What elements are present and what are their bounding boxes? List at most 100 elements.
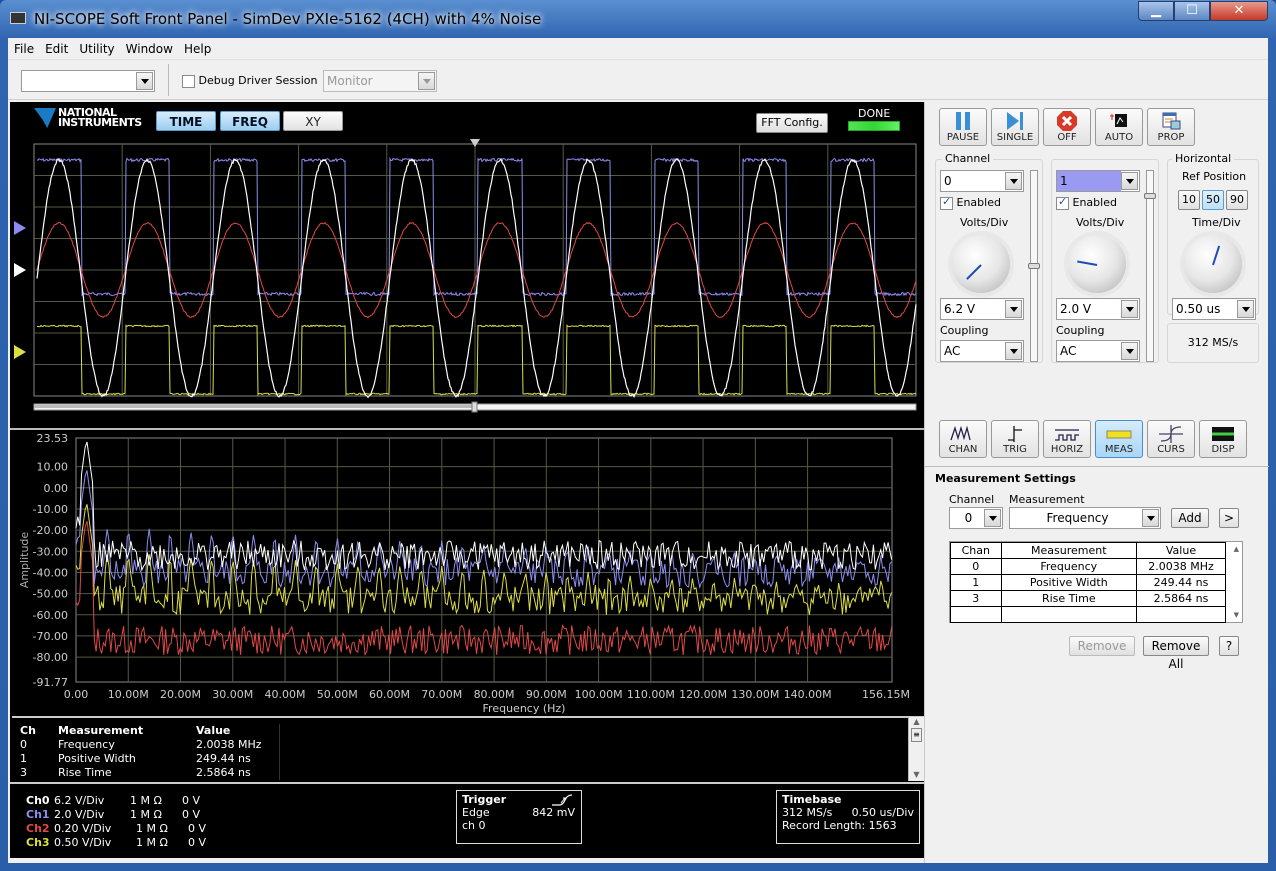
tab-curs[interactable]: CURS (1147, 420, 1195, 458)
chevron-down-icon[interactable] (1237, 300, 1254, 318)
channel-a-offset-slider[interactable] (1028, 170, 1040, 362)
chevron-down-icon[interactable] (1005, 172, 1022, 190)
mode-xy-button[interactable]: XY (283, 111, 343, 131)
frequency-plot[interactable]: 0.00 10.00M 20.00M 30.00M 40.00M 50.00M 60.00M… (10, 428, 924, 716)
chevron-down-icon[interactable] (984, 509, 1001, 527)
time-scroll-thumb[interactable] (471, 401, 478, 413)
maximize-button[interactable]: ☐ (1174, 1, 1210, 21)
monitor-select[interactable]: Monitor (323, 70, 437, 92)
device-select[interactable] (21, 70, 155, 92)
scroll-up-icon[interactable]: ▲ (1234, 545, 1239, 553)
single-button[interactable]: SINGLE (991, 108, 1039, 146)
table-cell: Frequency (1000, 558, 1138, 575)
scroll-down-icon[interactable]: ▼ (909, 770, 924, 779)
menu-help[interactable]: Help (184, 42, 211, 56)
meas-row-ch: 0 (20, 738, 27, 751)
add-measurement-button[interactable]: Add (1171, 508, 1209, 528)
close-button[interactable]: ✕ (1210, 1, 1268, 21)
display-icon (1212, 427, 1234, 441)
trigger-box[interactable]: Trigger Edge 842 mV ch 0 (456, 790, 582, 844)
channel-b-coupling-select[interactable]: AC (1056, 340, 1140, 362)
more-button[interactable]: > (1219, 508, 1239, 528)
channel-b-volts-knob[interactable] (1068, 235, 1126, 293)
ref-90-button[interactable]: 90 (1226, 190, 1248, 210)
mode-freq-button[interactable]: FREQ (220, 111, 280, 131)
measurement-table[interactable]: Chan Measurement Value 0 Frequency 2.0038 MHz… (949, 541, 1243, 623)
table-header[interactable]: Measurement (1000, 542, 1138, 559)
time-div-knob[interactable] (1184, 235, 1242, 293)
x-tick-label: 156.15M (862, 688, 910, 701)
debug-session-checkbox[interactable] (182, 74, 195, 88)
table-row-empty[interactable] (950, 606, 1226, 623)
title-bar[interactable]: NI-SCOPE Soft Front Panel - SimDev PXIe-… (0, 0, 1276, 38)
menu-window[interactable]: Window (126, 42, 173, 56)
scroll-thumb[interactable]: ≡ (911, 728, 922, 742)
pause-icon (956, 112, 970, 130)
tab-chan[interactable]: CHAN (939, 420, 987, 458)
channel-b-select[interactable]: 1 (1056, 170, 1140, 192)
chevron-down-icon[interactable] (136, 72, 153, 90)
remove-all-button[interactable]: Remove All (1143, 636, 1209, 671)
x-tick-label: 50.00M (317, 688, 358, 701)
time-div-select[interactable]: 0.50 us (1172, 298, 1256, 320)
ref-50-button[interactable]: 50 (1202, 190, 1224, 210)
chevron-down-icon[interactable] (1142, 509, 1159, 527)
meas-header-value: Value (196, 724, 231, 737)
slider-thumb[interactable] (1028, 263, 1040, 269)
meas-measurement-label: Measurement (1009, 493, 1085, 506)
chevron-down-icon[interactable] (1121, 172, 1138, 190)
meas-type-select[interactable]: Frequency (1009, 507, 1161, 529)
channel-marker-ch3[interactable] (14, 345, 26, 359)
measurement-list-scrollbar[interactable]: ▲ ≡ ▼ (908, 717, 924, 781)
table-header[interactable]: Value (1136, 542, 1226, 559)
menu-file[interactable]: File (14, 42, 34, 56)
slider-thumb[interactable] (1144, 193, 1156, 200)
prop-button[interactable]: PROP (1147, 108, 1195, 146)
chevron-down-icon[interactable] (1005, 342, 1022, 360)
scope-display: NATIONAL INSTRUMENTS TIME FREQ XY FFT Co… (10, 102, 924, 858)
table-header[interactable]: Chan (950, 542, 1002, 559)
channel-marker-ch1[interactable] (14, 221, 26, 235)
scroll-down-icon[interactable]: ▼ (1234, 611, 1239, 619)
channel-b-vdiv-select[interactable]: 2.0 V (1056, 298, 1140, 320)
menu-edit[interactable]: Edit (45, 42, 68, 56)
chevron-down-icon[interactable] (1121, 300, 1138, 318)
channel-a-vdiv-select[interactable]: 6.2 V (940, 298, 1024, 320)
channel-summary-offset: 0 V (182, 794, 201, 807)
scroll-up-icon[interactable]: ▲ (909, 717, 924, 726)
ref-10-button[interactable]: 10 (1178, 190, 1200, 210)
channel-b-offset-slider[interactable] (1144, 170, 1156, 362)
channel-b-enabled-checkbox[interactable] (1056, 195, 1069, 210)
table-row[interactable]: 1 Positive Width 249.44 ns (950, 574, 1226, 591)
tab-disp[interactable]: DISP (1199, 420, 1247, 458)
pause-button[interactable]: PAUSE (939, 108, 987, 146)
tab-trig[interactable]: TRIG (991, 420, 1039, 458)
remove-button[interactable]: Remove (1069, 636, 1135, 656)
y-tick-label: -70.00 (33, 630, 68, 643)
menu-utility[interactable]: Utility (79, 42, 114, 56)
channel-marker-ch0[interactable] (14, 263, 26, 277)
channel-a-enabled-checkbox[interactable] (940, 195, 953, 210)
channel-summary-impedance: 1 M Ω (136, 836, 168, 849)
toolbar: Debug Driver Session Monitor (8, 60, 1268, 100)
y-tick-label: -80.00 (33, 651, 68, 664)
channel-a-volts-knob[interactable] (952, 235, 1010, 293)
auto-button[interactable]: AUTO (1095, 108, 1143, 146)
tab-meas[interactable]: MEAS (1095, 420, 1143, 458)
timebase-rate: 312 MS/s (782, 806, 833, 819)
channel-a-select[interactable]: 0 (940, 170, 1024, 192)
help-button[interactable]: ? (1219, 636, 1239, 656)
table-row[interactable]: 0 Frequency 2.0038 MHz (950, 558, 1226, 575)
minimize-button[interactable]: ▁ (1138, 1, 1174, 21)
table-row[interactable]: 3 Rise Time 2.5864 ns (950, 590, 1226, 607)
off-button[interactable]: OFF (1043, 108, 1091, 146)
time-plot[interactable] (10, 136, 924, 426)
mode-time-button[interactable]: TIME (156, 111, 216, 131)
timebase-box[interactable]: Timebase 312 MS/s 0.50 us/Div Record Leng… (776, 790, 920, 844)
tab-horiz[interactable]: HORIZ (1043, 420, 1091, 458)
meas-channel-select[interactable]: 0 (949, 507, 1003, 529)
fft-config-button[interactable]: FFT Config. (756, 113, 828, 133)
chevron-down-icon[interactable] (1005, 300, 1022, 318)
chevron-down-icon[interactable] (1121, 342, 1138, 360)
channel-a-coupling-select[interactable]: AC (940, 340, 1024, 362)
